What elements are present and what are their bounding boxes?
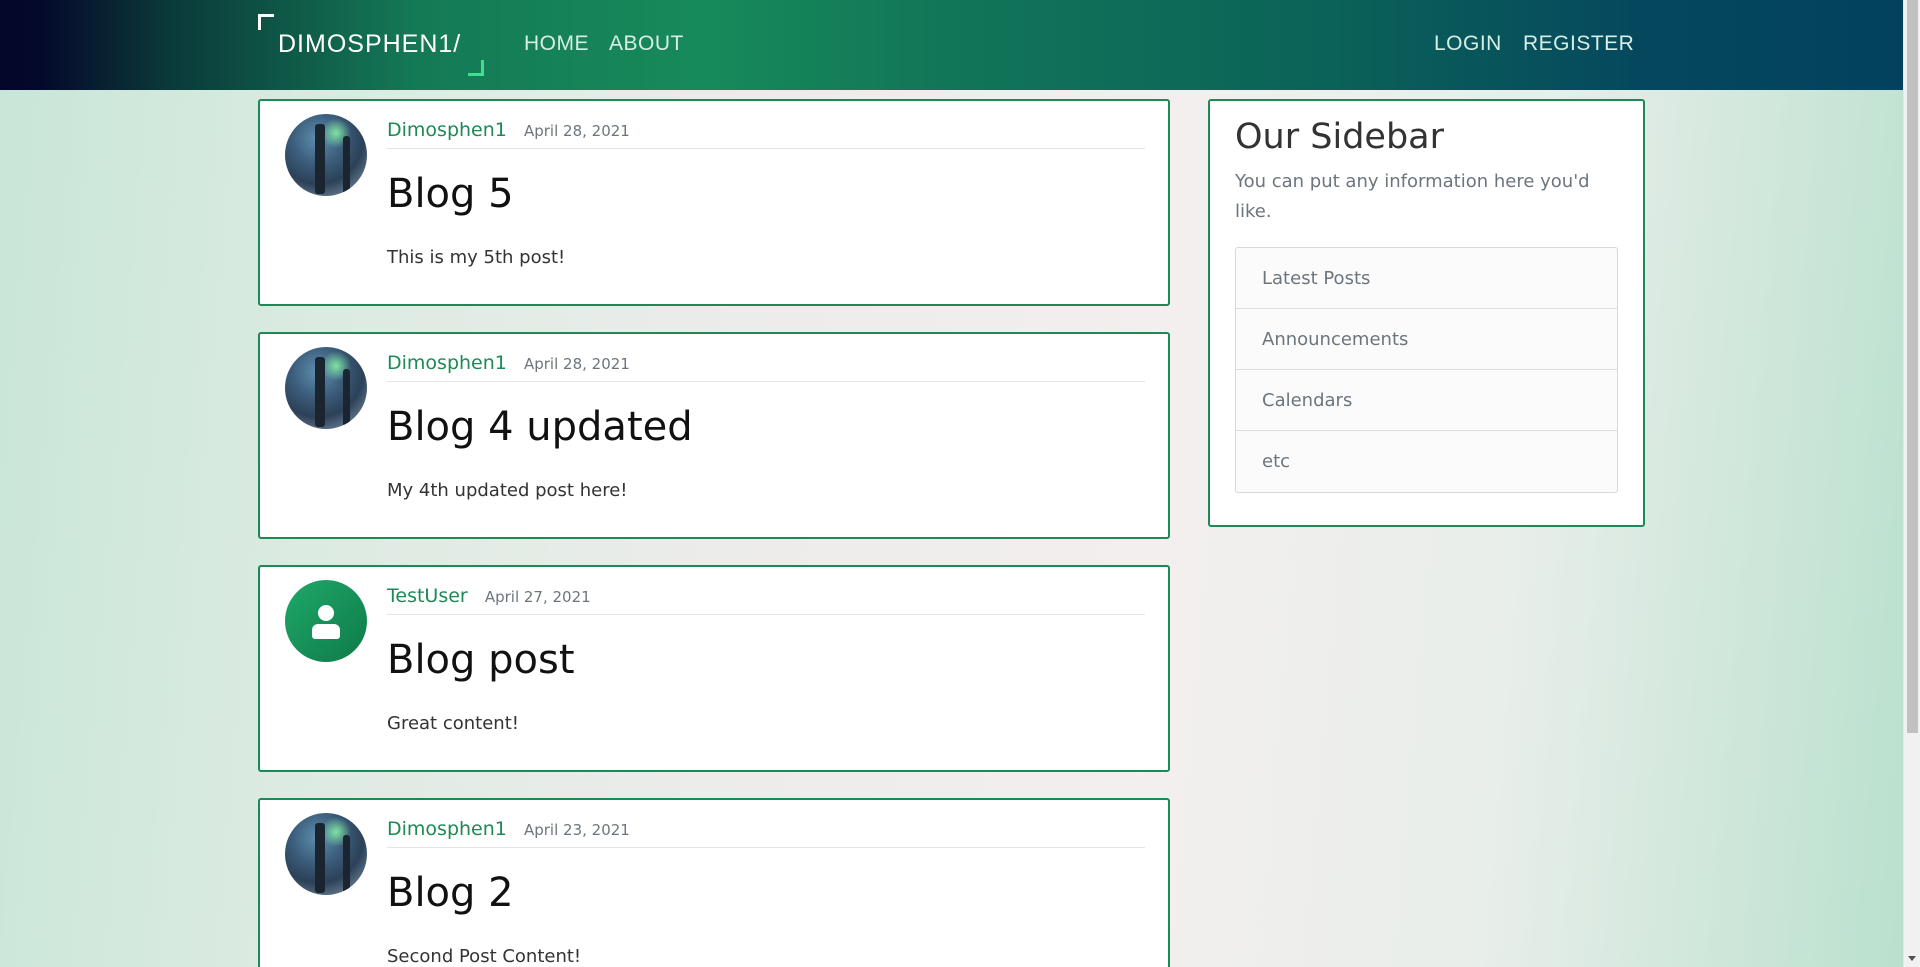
post-date: April 27, 2021 [484,588,591,606]
post-title-link[interactable]: Blog post [387,637,575,683]
post-title-link[interactable]: Blog 5 [387,171,514,217]
nav-register-link[interactable]: REGISTER [1523,32,1634,56]
author-avatar [285,813,367,895]
post-content: My 4th updated post here! [387,480,628,501]
nav-login-link[interactable]: LOGIN [1434,32,1502,56]
brand-corner-bottom-right [468,60,484,76]
scroll-down-arrow-icon[interactable] [1908,956,1916,961]
post-card: Dimosphen1 April 23, 2021 Blog 2 Second … [258,798,1170,967]
post-meta: TestUser April 27, 2021 [387,585,1145,615]
post-author-link[interactable]: Dimosphen1 [387,352,507,374]
sidebar: Our Sidebar You can put any information … [1208,99,1645,527]
top-navbar: DIMOSPHEN1/ HOME ABOUT LOGIN REGISTER [0,0,1903,90]
post-content: Great content! [387,713,519,734]
post-title-link[interactable]: Blog 4 updated [387,404,693,450]
post-date: April 28, 2021 [523,355,630,373]
sidebar-item-latest-posts[interactable]: Latest Posts [1236,248,1617,309]
post-meta: Dimosphen1 April 23, 2021 [387,818,1145,848]
author-avatar [285,114,367,196]
brand-corner-top-left [258,14,274,30]
nav-home-link[interactable]: HOME [524,32,589,56]
nav-about-link[interactable]: ABOUT [609,32,684,56]
author-avatar [285,347,367,429]
scrollbar-thumb[interactable] [1907,0,1918,733]
brand-logo[interactable]: DIMOSPHEN1/ [258,14,484,76]
sidebar-title: Our Sidebar [1235,117,1444,157]
post-content: Second Post Content! [387,946,582,967]
default-user-icon [285,580,367,662]
post-author-link[interactable]: Dimosphen1 [387,818,507,840]
sidebar-item-announcements[interactable]: Announcements [1236,309,1617,370]
sidebar-item-calendars[interactable]: Calendars [1236,370,1617,431]
post-content: This is my 5th post! [387,247,566,268]
post-date: April 28, 2021 [523,122,630,140]
sidebar-list: Latest Posts Announcements Calendars etc [1235,247,1618,493]
vertical-scrollbar[interactable] [1903,0,1920,967]
post-date: April 23, 2021 [523,821,630,839]
post-meta: Dimosphen1 April 28, 2021 [387,119,1145,149]
post-card: TestUser April 27, 2021 Blog post Great … [258,565,1170,772]
sidebar-description: You can put any information here you'd l… [1235,171,1590,222]
post-author-link[interactable]: Dimosphen1 [387,119,507,141]
brand-text: DIMOSPHEN1/ [278,30,462,58]
post-card: Dimosphen1 April 28, 2021 Blog 4 updated… [258,332,1170,539]
post-author-link[interactable]: TestUser [387,585,468,607]
post-meta: Dimosphen1 April 28, 2021 [387,352,1145,382]
post-card: Dimosphen1 April 28, 2021 Blog 5 This is… [258,99,1170,306]
sidebar-item-etc[interactable]: etc [1236,431,1617,492]
post-title-link[interactable]: Blog 2 [387,870,514,916]
